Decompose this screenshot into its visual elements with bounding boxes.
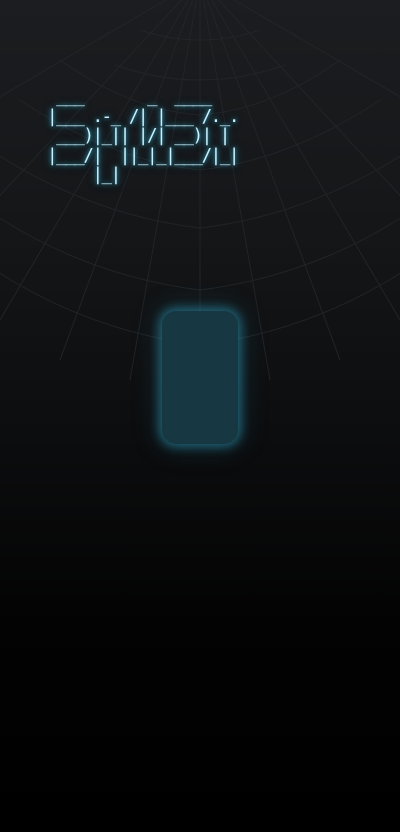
spiderr-ascii-logo: ___ _ ____ |___ .-_ /| |___ /._. ___)|_|…: [47, 87, 239, 185]
app-screen: ___ _ ____ |___ .-_ /| |___ /._. ___)|_|…: [0, 0, 400, 832]
start-button[interactable]: [162, 311, 238, 444]
